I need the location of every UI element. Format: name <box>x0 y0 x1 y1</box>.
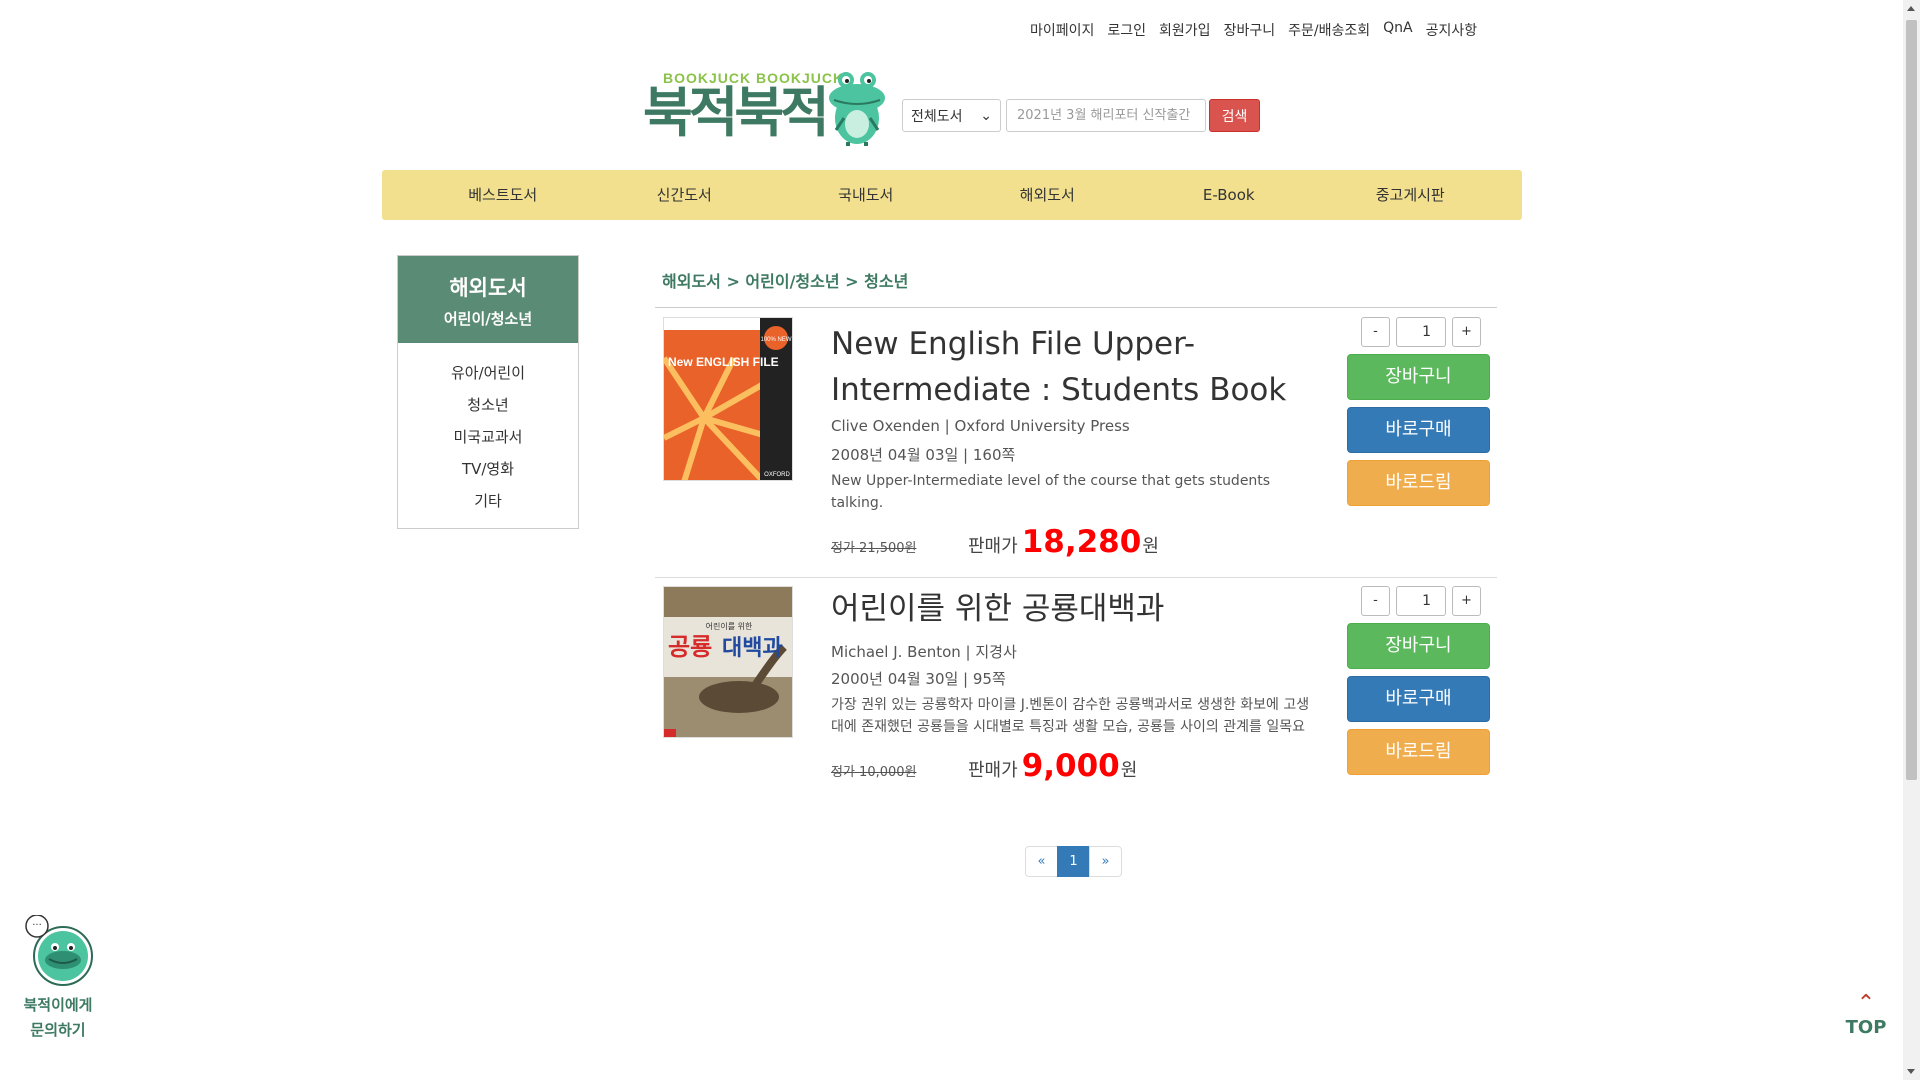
book-cover-english-file[interactable]: 100% NEW New ENGLISH FILE OXFORD <box>663 317 793 481</box>
main-menu: 베스트도서 신간도서 국내도서 해외도서 E-Book 중고게시판 <box>382 170 1522 220</box>
util-link-signup[interactable]: 회원가입 <box>1159 20 1211 40</box>
pickup-now-button[interactable]: 바로드림 <box>1347 460 1490 506</box>
sale-price-label: 판매가 <box>968 760 1018 781</box>
pager-prev-button[interactable]: « <box>1025 846 1058 877</box>
menu-item-foreign[interactable]: 해외도서 <box>957 170 1139 220</box>
sidebar-item-us-textbook[interactable]: 미국교과서 <box>398 421 578 453</box>
currency-unit: 원 <box>1120 760 1138 781</box>
cover-title-a-text: 공룡 <box>668 633 712 661</box>
product-date-pages: 2000년 04월 30일 | 95쪽 <box>831 670 1006 688</box>
chat-mascot-icon: ··· <box>25 914 93 986</box>
pager-page-current[interactable]: 1 <box>1057 846 1090 877</box>
product-price-row: 정가 21,500원 판매가 18,280 원 <box>831 524 1159 560</box>
breadcrumb: 해외도서 > 어린이/청소년 > 청소년 <box>662 272 909 291</box>
sale-price: 9,000 <box>1021 748 1120 784</box>
util-link-orders[interactable]: 주문/배송조회 <box>1288 20 1370 40</box>
scroll-down-arrow-icon[interactable] <box>1907 1069 1915 1074</box>
chevron-down-icon: ⌄ <box>980 107 992 124</box>
cover-small-text: 어린이를 위한 <box>706 621 753 631</box>
chat-label-line1: 북적이에게 <box>23 996 93 1014</box>
search-button[interactable]: 검색 <box>1209 99 1260 132</box>
scroll-top-label: TOP <box>1845 1017 1887 1038</box>
pager-next-button[interactable]: » <box>1089 846 1122 877</box>
search-category-value: 전체도서 <box>911 108 963 125</box>
product-date-pages: 2008년 04월 03일 | 160쪽 <box>831 446 1016 464</box>
chat-bubble-dots: ··· <box>32 920 42 931</box>
qty-plus-button[interactable]: + <box>1452 317 1481 347</box>
site-logo[interactable]: BOOKJUCK BOOKJUCK 북적북적 <box>643 68 887 146</box>
product-author-publisher: Clive Oxenden | Oxford University Press <box>831 417 1130 435</box>
page-scrollbar[interactable] <box>1903 0 1920 1080</box>
sidebar-subtitle: 어린이/청소년 <box>443 310 533 328</box>
utility-nav: 마이페이지 로그인 회원가입 장바구니 주문/배송조회 QnA 공지사항 <box>1030 20 1477 40</box>
menu-item-new[interactable]: 신간도서 <box>594 170 776 220</box>
chat-inquiry-button[interactable]: ··· 북적이에게 문의하기 <box>18 914 98 1043</box>
sidebar-item-etc[interactable]: 기타 <box>398 485 578 517</box>
qty-minus-button[interactable]: - <box>1361 317 1390 347</box>
qty-input[interactable]: 1 <box>1396 586 1446 616</box>
menu-item-used[interactable]: 중고게시판 <box>1320 170 1502 220</box>
divider <box>655 307 1497 308</box>
sidebar-title: 해외도서 <box>449 276 527 300</box>
cover-publisher-text: OXFORD <box>764 472 790 478</box>
menu-item-best[interactable]: 베스트도서 <box>412 170 594 220</box>
util-link-cart[interactable]: 장바구니 <box>1224 20 1276 40</box>
sidebar-item-tv-movie[interactable]: TV/영화 <box>398 453 578 485</box>
sidebar-item-teen[interactable]: 청소년 <box>398 389 578 421</box>
scroll-top-button[interactable]: ⌃ TOP <box>1843 991 1889 1039</box>
scroll-up-arrow-icon[interactable] <box>1907 6 1915 11</box>
product-description: 가장 권위 있는 공룡학자 마이클 J.벤톤이 감수한 공룡백과서로 생생한 화… <box>831 697 1310 735</box>
sale-price-label: 판매가 <box>968 536 1018 557</box>
add-to-cart-button[interactable]: 장바구니 <box>1347 623 1490 669</box>
scrollbar-thumb[interactable] <box>1906 20 1917 780</box>
chat-label-line2: 문의하기 <box>30 1021 86 1039</box>
product-description: New Upper-Intermediate level of the cour… <box>831 473 1271 511</box>
product-title[interactable]: 어린이를 위한 공룡대백과 <box>831 586 1311 632</box>
util-link-notice[interactable]: 공지사항 <box>1426 20 1478 40</box>
list-price: 정가 10,000원 <box>831 765 917 780</box>
product-title[interactable]: New English File Upper-Intermediate : St… <box>831 321 1311 413</box>
qty-minus-button[interactable]: - <box>1361 586 1390 616</box>
cover-badge-text: 100% NEW <box>760 337 791 343</box>
pagination: « 1 » <box>1025 846 1122 877</box>
book-cover-dinosaur-encyclopedia[interactable]: 어린이를 위한 공룡 대백과 <box>663 586 793 738</box>
divider <box>655 577 1497 578</box>
search-input[interactable] <box>1006 99 1206 132</box>
product-price-row: 정가 10,000원 판매가 9,000 원 <box>831 748 1137 784</box>
category-sidebar: 해외도서 어린이/청소년 유아/어린이 청소년 미국교과서 TV/영화 기타 <box>397 255 579 529</box>
util-link-mypage[interactable]: 마이페이지 <box>1030 20 1094 40</box>
list-price: 정가 21,500원 <box>831 541 917 556</box>
product-item: 100% NEW New ENGLISH FILE OXFORD New Eng… <box>655 317 1497 577</box>
menu-item-ebook[interactable]: E-Book <box>1138 170 1320 220</box>
product-item: 어린이를 위한 공룡 대백과 어린이를 위한 공룡대백과 Michael J. … <box>655 586 1497 786</box>
search-category-select[interactable]: 전체도서 ⌄ <box>902 99 1001 132</box>
cover-title-text: New ENGLISH FILE <box>668 355 779 369</box>
menu-item-domestic[interactable]: 국내도서 <box>775 170 957 220</box>
qty-plus-button[interactable]: + <box>1452 586 1481 616</box>
sidebar-header: 해외도서 어린이/청소년 <box>398 256 578 343</box>
currency-unit: 원 <box>1142 536 1159 557</box>
util-link-login[interactable]: 로그인 <box>1107 20 1146 40</box>
quantity-stepper: - 1 + <box>1361 586 1481 616</box>
logo-title: 북적북적 <box>643 81 830 144</box>
crocodile-mascot-icon <box>829 72 885 146</box>
qty-input[interactable]: 1 <box>1396 317 1446 347</box>
buy-now-button[interactable]: 바로구매 <box>1347 407 1490 453</box>
sidebar-list: 유아/어린이 청소년 미국교과서 TV/영화 기타 <box>398 343 578 517</box>
pickup-now-button[interactable]: 바로드림 <box>1347 729 1490 775</box>
chevron-up-icon: ⌃ <box>1856 991 1876 1016</box>
add-to-cart-button[interactable]: 장바구니 <box>1347 354 1490 400</box>
util-link-qna[interactable]: QnA <box>1383 20 1412 40</box>
product-author-publisher: Michael J. Benton | 지경사 <box>831 643 1017 661</box>
sale-price: 18,280 <box>1021 524 1142 560</box>
sidebar-item-kids[interactable]: 유아/어린이 <box>398 357 578 389</box>
quantity-stepper: - 1 + <box>1361 317 1481 347</box>
cover-title-b-text: 대백과 <box>722 636 783 661</box>
buy-now-button[interactable]: 바로구매 <box>1347 676 1490 722</box>
